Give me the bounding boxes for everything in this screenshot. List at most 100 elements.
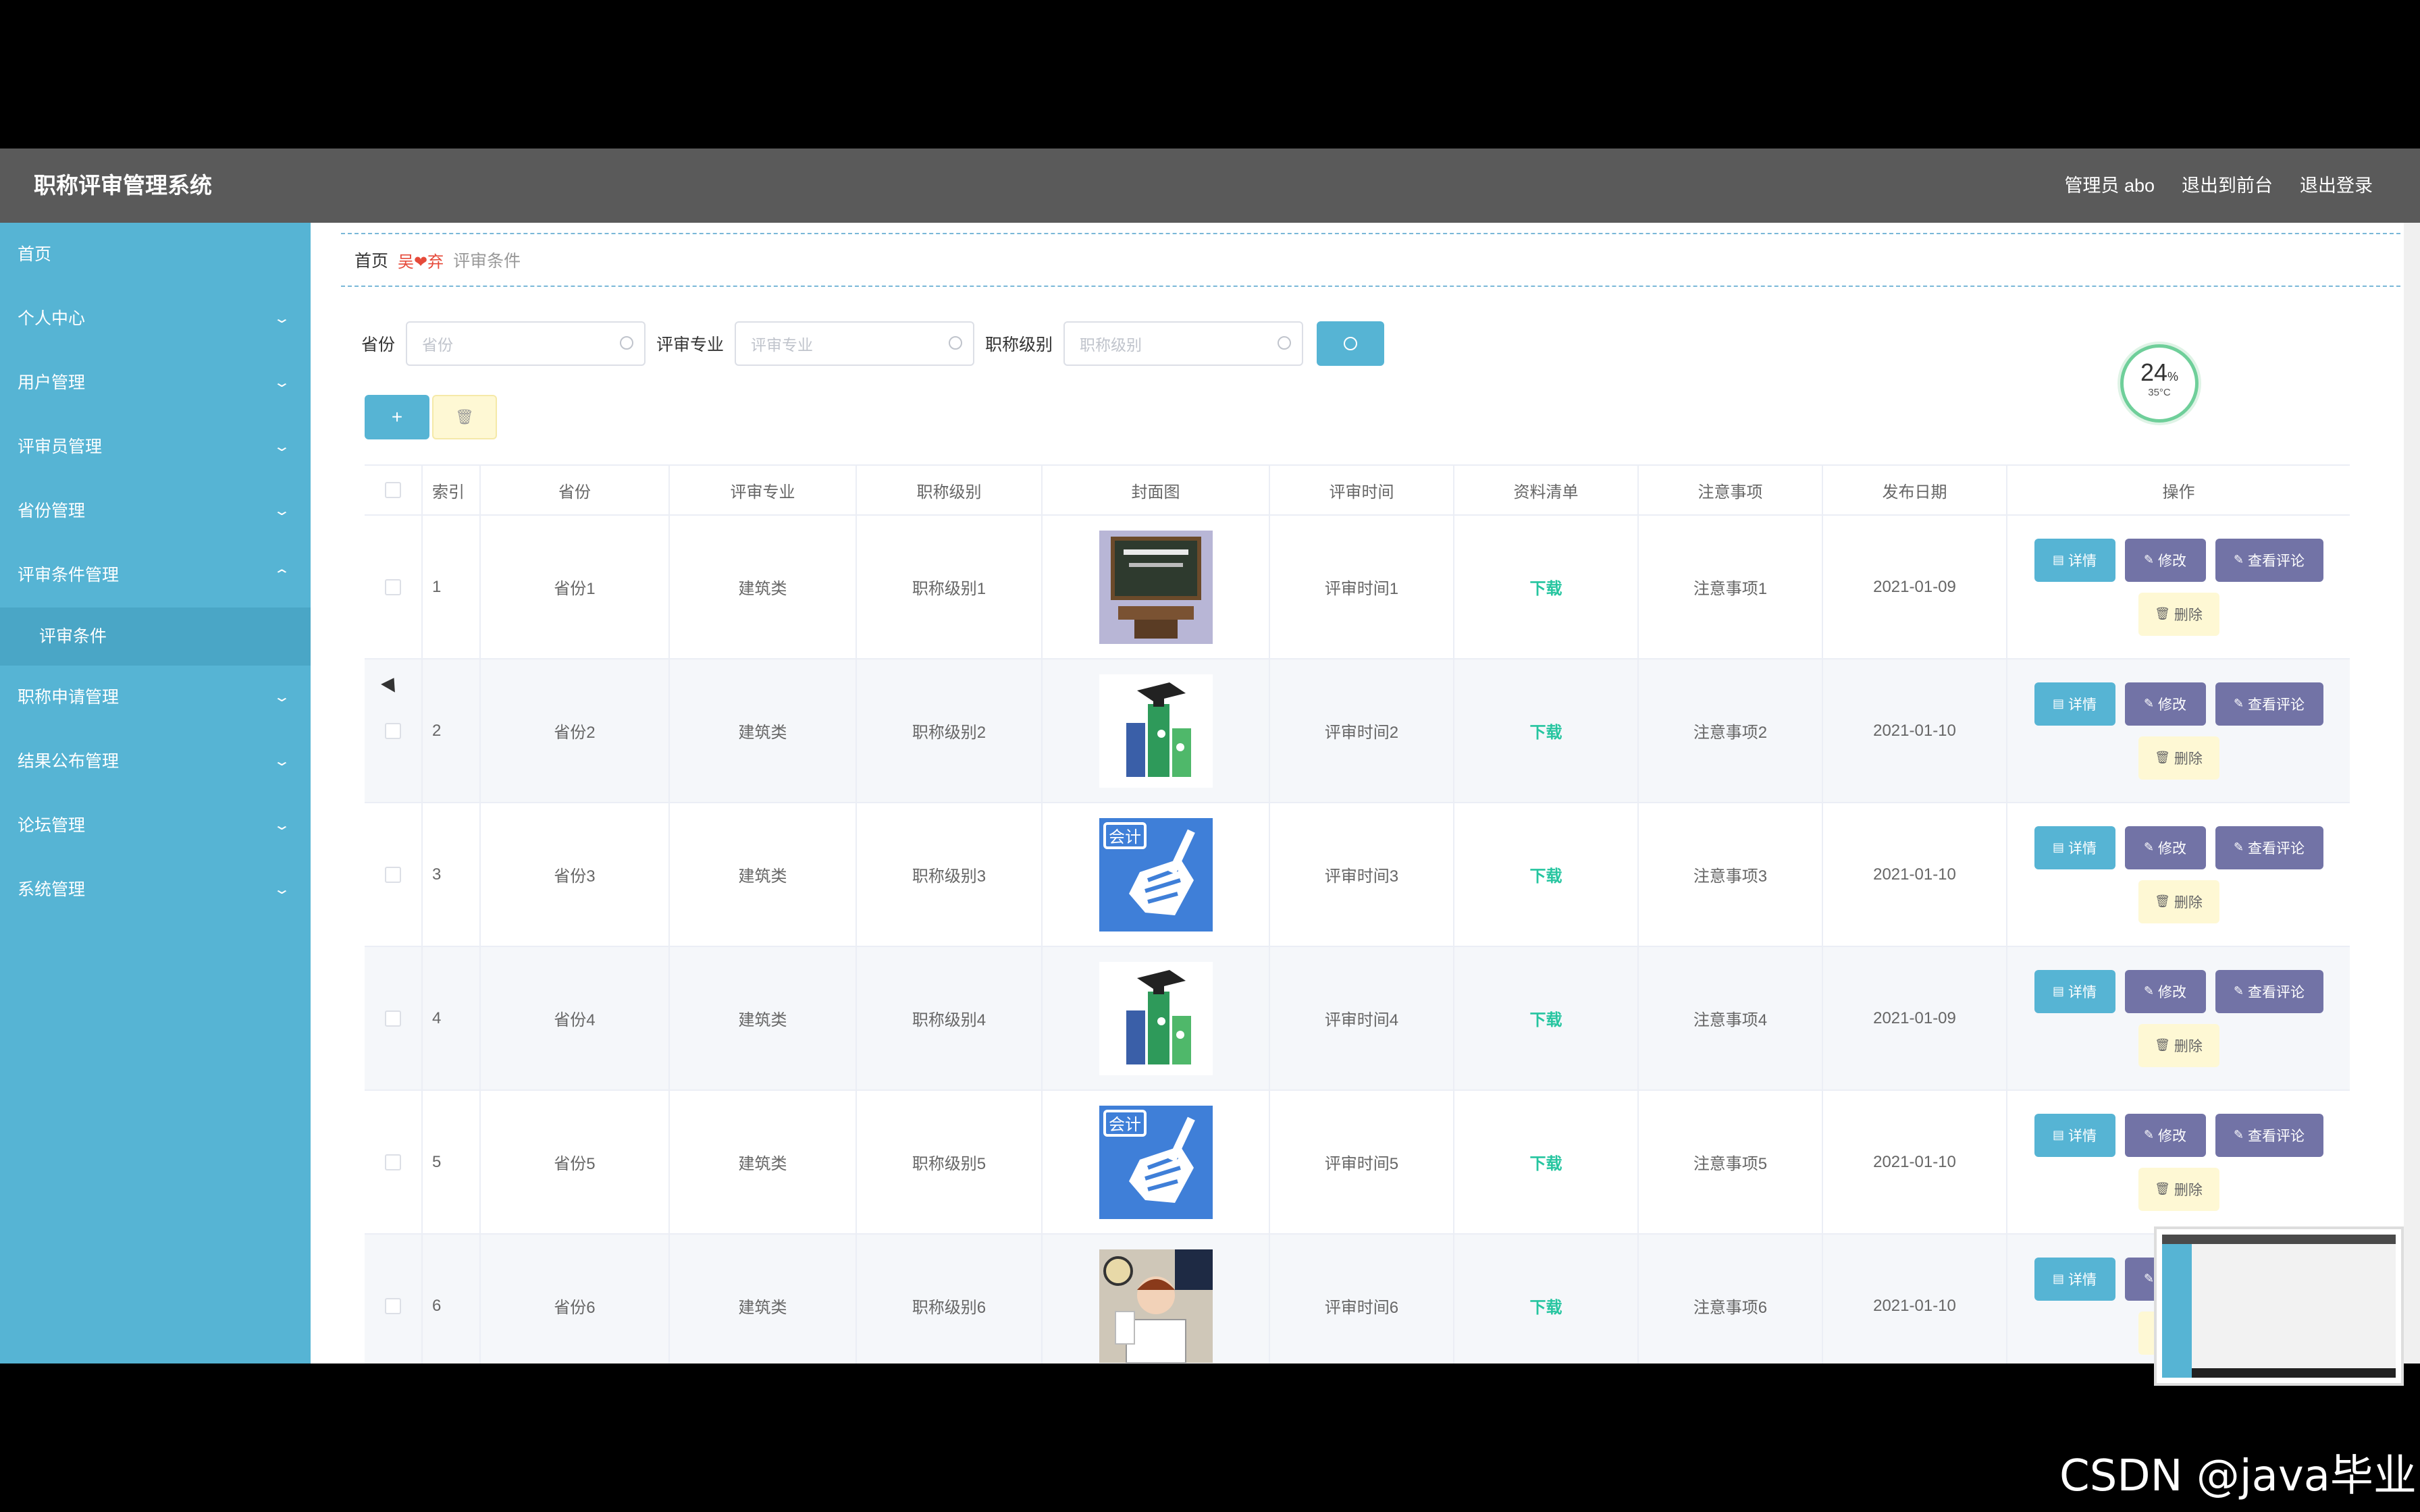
row-checkbox[interactable] — [385, 578, 401, 595]
modify-button[interactable]: ✎修改 — [2124, 826, 2206, 869]
cell-docs: 下载 — [1454, 516, 1639, 658]
download-link[interactable]: 下载 — [1530, 1006, 1562, 1030]
search-button[interactable] — [1317, 321, 1385, 366]
sidebar-item-user-management[interactable]: 用户管理 ⌄ — [0, 351, 311, 415]
view-comments-button[interactable]: ✎ 查看评论 — [2215, 826, 2323, 869]
row-checkbox[interactable] — [385, 722, 401, 739]
edit-icon: ✎ — [2143, 840, 2155, 854]
download-link[interactable]: 下载 — [1530, 1150, 1562, 1174]
cell-cover — [1043, 947, 1270, 1089]
detail-button[interactable]: ▤ 详情 — [2034, 969, 2115, 1013]
screen-preview-thumbnail[interactable] — [2154, 1226, 2404, 1386]
modify-button[interactable]: ✎修改 — [2124, 682, 2206, 726]
chevron-down-icon: ⌄ — [273, 754, 292, 769]
row-checkbox[interactable] — [385, 1010, 401, 1027]
sidebar-item-title-application[interactable]: 职称申请管理 ⌄ — [0, 666, 311, 730]
chevron-down-icon: ⌄ — [273, 311, 292, 326]
modify-button[interactable]: ✎修改 — [2124, 969, 2206, 1013]
col-header-cover: 封面图 — [1043, 466, 1270, 514]
breadcrumb-home[interactable]: 首页 — [354, 248, 388, 272]
delete-button-label: 删除 — [2174, 751, 2203, 767]
document-icon: ▤ — [2052, 840, 2064, 854]
download-link[interactable]: 下载 — [1530, 575, 1562, 599]
cell-notes: 注意事项2 — [1639, 659, 1823, 802]
main-content: 首页 吴❤弃 评审条件 省份 省份 评审专业 评审专业 职称级别 职称级别 + … — [311, 223, 2404, 1364]
level-label: 职称级别 — [985, 335, 1053, 354]
sidebar-item-forum-management[interactable]: 论坛管理 ⌄ — [0, 794, 311, 858]
cell-review-time: 评审时间4 — [1270, 947, 1454, 1089]
sidebar-item-results-announcement[interactable]: 结果公布管理 ⌄ — [0, 730, 311, 794]
sidebar-item-review-condition-management[interactable]: 评审条件管理 ⌃ — [0, 543, 311, 608]
row-checkbox[interactable] — [385, 1297, 401, 1314]
gauge-unit: % — [2167, 370, 2179, 383]
col-header-major: 评审专业 — [670, 466, 857, 514]
level-search-input[interactable]: 职称级别 — [1063, 321, 1304, 366]
sidebar-item-province-management[interactable]: 省份管理 ⌄ — [0, 479, 311, 543]
download-link[interactable]: 下载 — [1530, 863, 1562, 886]
sidebar-item-home[interactable]: 首页 — [0, 223, 311, 287]
cell-review-time: 评审时间1 — [1270, 516, 1454, 658]
detail-button[interactable]: ▤ 详情 — [2034, 1257, 2115, 1301]
delete-button[interactable]: 🗑 删除 — [2138, 736, 2219, 780]
thumbnail-topbar — [2162, 1235, 2396, 1244]
delete-button[interactable]: 🗑 删除 — [2138, 1167, 2219, 1211]
admin-user[interactable]: 管理员 abo — [2064, 148, 2155, 223]
cpu-usage-gauge: 24% 35°C — [2120, 344, 2199, 423]
view-comments-button-label: 查看评论 — [2248, 840, 2305, 857]
select-all-checkbox[interactable] — [385, 482, 401, 498]
delete-button[interactable]: 🗑 删除 — [2138, 1023, 2219, 1067]
view-comments-button[interactable]: ✎ 查看评论 — [2215, 969, 2323, 1013]
col-header-docs: 资料清单 — [1454, 466, 1639, 514]
logout-link[interactable]: 退出登录 — [2300, 148, 2373, 223]
cover-student-desk-image — [1099, 1249, 1213, 1363]
sidebar-item-personal-center[interactable]: 个人中心 ⌄ — [0, 287, 311, 351]
breadcrumb: 首页 吴❤弃 评审条件 — [341, 233, 2400, 287]
sidebar-item-system-management[interactable]: 系统管理 ⌄ — [0, 858, 311, 922]
detail-button[interactable]: ▤ 详情 — [2034, 682, 2115, 726]
delete-button-label: 删除 — [2174, 1182, 2203, 1198]
trash-icon: 🗑 — [2155, 1038, 2170, 1052]
cell-docs: 下载 — [1454, 659, 1639, 802]
detail-button[interactable]: ▤ 详情 — [2034, 538, 2115, 582]
thumbnail-content — [2162, 1235, 2396, 1378]
col-header-actions: 操作 — [2162, 483, 2195, 502]
sidebar-item-reviewer-management[interactable]: 评审员管理 ⌄ — [0, 415, 311, 479]
cell-level: 职称级别3 — [857, 803, 1043, 946]
cell-major: 建筑类 — [670, 803, 857, 946]
detail-button-label: 详情 — [2068, 553, 2097, 569]
major-search-input[interactable]: 评审专业 — [735, 321, 975, 366]
cover-graduate-books-image — [1099, 674, 1213, 788]
sidebar-item-label: 系统管理 — [18, 880, 86, 899]
cell-major: 建筑类 — [670, 947, 857, 1089]
modify-button[interactable]: ✎修改 — [2124, 538, 2206, 582]
download-link[interactable]: 下载 — [1530, 1294, 1562, 1318]
data-table: 索引 省份 评审专业 职称级别 封面图 评审时间 资料清单 注意事项 发布日期 … — [365, 464, 2350, 1364]
batch-delete-button[interactable]: 🗑 — [432, 395, 497, 439]
view-comments-button[interactable]: ✎ 查看评论 — [2215, 1113, 2323, 1157]
trash-icon: 🗑 — [2155, 1182, 2170, 1195]
back-to-front-link[interactable]: 退出到前台 — [2182, 148, 2273, 223]
edit-icon: ✎ — [2143, 1272, 2155, 1285]
row-checkbox[interactable] — [385, 1154, 401, 1170]
modify-button-label: 修改 — [2158, 697, 2187, 713]
view-comments-button[interactable]: ✎ 查看评论 — [2215, 682, 2323, 726]
detail-button[interactable]: ▤ 详情 — [2034, 826, 2115, 869]
edit-icon: ✎ — [2143, 697, 2155, 710]
cell-province: 省份3 — [481, 803, 670, 946]
add-button[interactable]: + — [365, 395, 429, 439]
thumbnail-sidebar — [2162, 1244, 2192, 1378]
detail-button[interactable]: ▤ 详情 — [2034, 1113, 2115, 1157]
cell-province: 省份1 — [481, 516, 670, 658]
cover-accounting-fist-image: 会计 — [1099, 1105, 1213, 1219]
row-checkbox[interactable] — [385, 866, 401, 883]
gauge-temperature: 35°C — [2148, 387, 2171, 398]
sidebar-subitem-review-condition[interactable]: 评审条件 — [0, 608, 311, 666]
province-search-input[interactable]: 省份 — [406, 321, 646, 366]
cell-date: 2021-01-10 — [1823, 1235, 2007, 1364]
cell-index: 6 — [423, 1235, 481, 1364]
download-link[interactable]: 下载 — [1530, 719, 1562, 742]
modify-button[interactable]: ✎修改 — [2124, 1113, 2206, 1157]
view-comments-button[interactable]: ✎ 查看评论 — [2215, 538, 2323, 582]
delete-button[interactable]: 🗑 删除 — [2138, 592, 2219, 636]
delete-button[interactable]: 🗑 删除 — [2138, 880, 2219, 923]
